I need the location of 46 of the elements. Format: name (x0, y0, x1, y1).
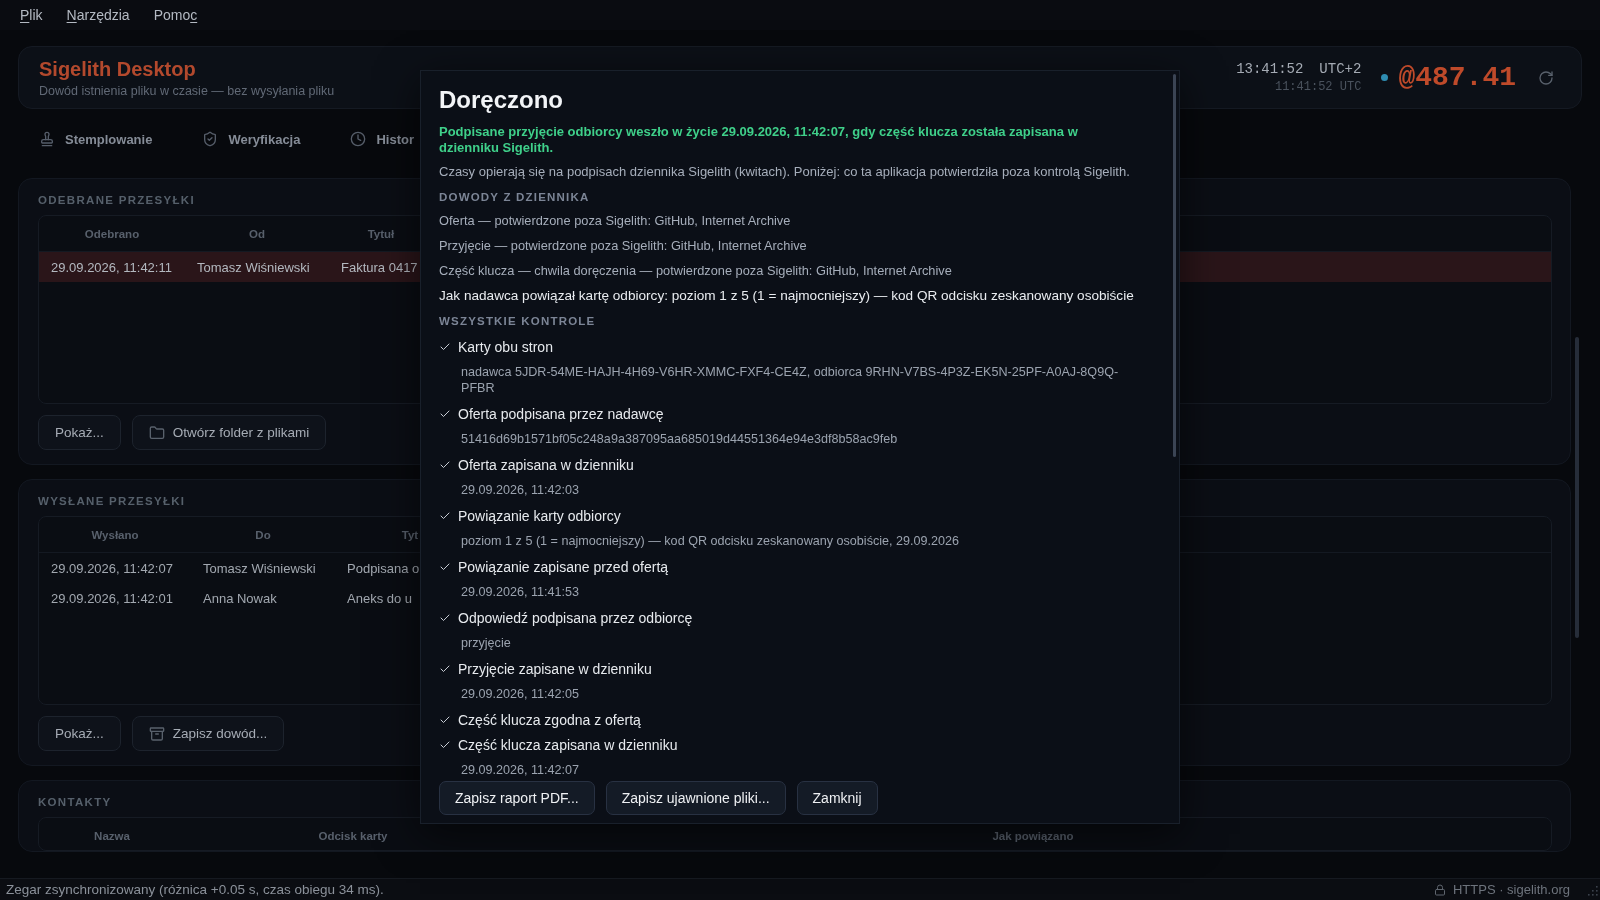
table-cell: 29.09.2026, 11:42:11 (51, 259, 172, 275)
table-cell: Tomasz Wiśniewski (203, 560, 316, 576)
time-zone: UTC+2 (1319, 60, 1362, 78)
check-title: Część klucza zapisana w dzienniku (458, 736, 678, 753)
check-title: Powiązanie karty odbiorcy (458, 507, 621, 524)
connection-info: HTTPS · sigelith.org (1452, 882, 1570, 897)
table-cell: Anna Nowak (203, 590, 277, 606)
check-detail: 29.09.2026, 11:41:53 (461, 584, 580, 600)
table-cell: 29.09.2026, 11:42:01 (51, 590, 173, 606)
check-title: Część klucza zgodna z ofertą (458, 711, 641, 728)
check-title: Oferta podpisana przez nadawcę (458, 405, 664, 422)
evidence-line: Część klucza — chwila doręczenia — potwierdzone poza Sigelith: GitHub, Internet Archive (439, 262, 952, 280)
check-title: Przyjęcie zapisane w dzienniku (458, 660, 652, 677)
table-cell: Tomasz Wiśniewski (197, 259, 310, 275)
check-detail: nadawca 5JDR-54ME-HAJH-4H69-V6HR-XMMC-FXF4-CE4Z, odbiorca 9RHN-V7BS-4P3Z-EK5N-25PF-A0AJ-8Q9Q-PFBR (461, 364, 1120, 396)
evidence-line: Oferta — potwierdzone poza Sigelith: GitHub, Internet Archive (439, 212, 791, 230)
status-message: Zegar zsynchronizowany (różnica +0.05 s, czas obiegu 34 ms). (6, 882, 384, 897)
check-title: Karty obu stron (458, 338, 553, 355)
table-cell: Faktura 0417 (341, 259, 418, 275)
section-heading: WSZYSTKIE KONTROLE (439, 314, 596, 329)
table-cell: 29.09.2026, 11:42:07 (51, 560, 173, 576)
dialog-title: Doręczono (439, 85, 563, 115)
utc-time: 11:41:52 UTC (1274, 80, 1362, 95)
panel-heading: KONTAKTY (38, 795, 112, 810)
panel-heading: ODEBRANE PRZESYŁKI (38, 193, 195, 208)
local-time: 13:41:52 (1236, 60, 1304, 78)
check-detail: poziom 1 z 5 (1 = najmocniejszy) — kod QR odcisku zeskanowany osobiście, 29.09.2026 (461, 533, 960, 549)
check-title: Odpowiedź podpisana przez odbiorcę (458, 609, 693, 626)
table-cell: Aneks do u (347, 590, 413, 606)
table-cell: Podpisana o (347, 560, 420, 576)
binding-text: Jak nadawca powiązał kartę odbiorcy: poziom 1 z 5 (1 = najmocniejszy) — kod QR odcisku zeskanowany osobiście (439, 287, 1134, 305)
check-title: Powiązanie zapisane przed ofertą (458, 558, 669, 575)
summary-text: Podpisane przyjęcie odbiorcy weszło w życie 29.09.2026, 11:42:07, gdy część klucza została zapisana w dzienniku Sigelith. (439, 124, 1079, 155)
check-title: Oferta zapisana w dzienniku (458, 456, 634, 473)
app-title: Sigelith Desktop (39, 56, 196, 81)
note-text: Czasy opierają się na podpisach dziennika Sigelith (kwitach). Poniżej: co ta aplikacja potwierdziła poza kontrolą Sigelith. (439, 163, 1130, 181)
check-detail: 29.09.2026, 11:42:07 (461, 762, 580, 778)
app-subtitle: Dowód istnienia pliku w czasie — bez wysyłania pliku (39, 82, 335, 99)
evidence-line: Przyjęcie — potwierdzone poza Sigelith: GitHub, Internet Archive (439, 237, 807, 255)
check-detail: przyjęcie (461, 635, 511, 651)
check-detail: 29.09.2026, 11:42:03 (461, 482, 580, 498)
counter-display: @487.41 (1398, 61, 1516, 94)
check-detail: 29.09.2026, 11:42:05 (461, 686, 580, 702)
check-detail: 51416d69b1571bf05c248a9a387095aa685019d44551364e94e3df8b58ac9feb (461, 431, 898, 447)
section-heading: DOWODY Z DZIENNIKA (439, 190, 590, 205)
panel-heading: WYSŁANE PRZESYŁKI (38, 494, 186, 509)
